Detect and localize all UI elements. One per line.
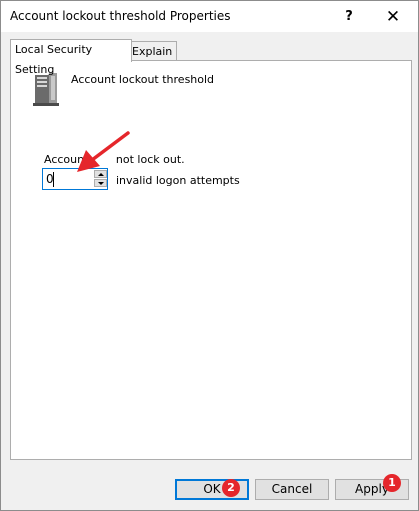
help-button[interactable]: ? xyxy=(327,1,371,32)
spin-down-button[interactable] xyxy=(94,179,107,187)
spin-buttons xyxy=(94,170,107,188)
threshold-suffix-label: invalid logon attempts xyxy=(116,174,240,187)
lockout-threshold-stepper[interactable]: 0 xyxy=(42,168,108,190)
spin-up-button[interactable] xyxy=(94,170,107,178)
policy-name: Account lockout threshold xyxy=(71,73,215,86)
close-button[interactable]: ✕ xyxy=(371,1,415,32)
annotation-badge-2: 2 xyxy=(222,479,240,497)
description-text-right: not lock out. xyxy=(115,153,185,166)
description-text-left: Account xyxy=(44,153,92,166)
cancel-button[interactable]: Cancel xyxy=(255,479,329,500)
text-caret xyxy=(53,172,54,187)
tab-panel: Account lockout threshold Account not lo… xyxy=(10,60,412,460)
properties-dialog: Account lockout threshold Properties ? ✕… xyxy=(0,0,419,511)
window-title: Account lockout threshold Properties xyxy=(10,9,231,23)
title-bar: Account lockout threshold Properties ? ✕ xyxy=(1,1,418,32)
chevron-up-icon xyxy=(97,172,104,176)
annotation-badge-1: 1 xyxy=(383,474,401,492)
tab-local-security-setting[interactable]: Local Security Setting xyxy=(10,39,132,76)
chevron-down-icon xyxy=(97,181,104,185)
tab-explain[interactable]: Explain xyxy=(127,41,177,61)
setting-description: Account not lock out. xyxy=(44,153,185,166)
